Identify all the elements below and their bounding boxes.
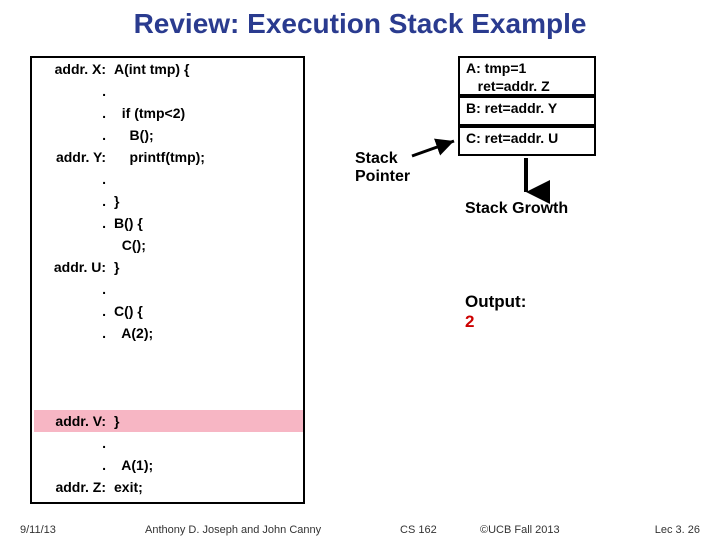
- code-line: }: [114, 410, 205, 432]
- code-line: A(2);: [114, 322, 205, 344]
- footer-date: 9/11/13: [20, 524, 56, 536]
- footer-copy: ©UCB Fall 2013: [480, 524, 560, 536]
- spacer: [32, 388, 110, 410]
- code-line: if (tmp<2): [114, 102, 205, 124]
- dot: .: [32, 168, 110, 190]
- spacer: [114, 80, 205, 102]
- code-line: A(1);: [114, 454, 205, 476]
- dot: .: [32, 300, 110, 322]
- spacer: [114, 344, 205, 366]
- stack-growth-label: Stack Growth: [465, 200, 568, 218]
- address-labels-column: addr. X: . . . addr. Y: . . . addr. U: .…: [32, 58, 110, 498]
- spacer: [114, 278, 205, 300]
- dot: .: [32, 124, 110, 146]
- code-line: B() {: [114, 212, 205, 234]
- code-line: A(int tmp) {: [114, 58, 205, 80]
- footer-course: CS 162: [400, 524, 437, 536]
- footer-author: Anthony D. Joseph and John Canny: [145, 524, 321, 536]
- code-line: }: [114, 190, 205, 212]
- dot: .: [32, 190, 110, 212]
- dot: .: [32, 322, 110, 344]
- code-line: B();: [114, 124, 205, 146]
- label-addr-u: addr. U:: [32, 256, 110, 278]
- label-addr-z: addr. Z:: [32, 476, 110, 498]
- dot: .: [32, 454, 110, 476]
- arrow-stack-growth: [516, 156, 536, 200]
- stack-pointer-label: Stack Pointer: [355, 150, 410, 186]
- stack-frame-c: C: ret=addr. U: [458, 126, 596, 156]
- stack-frame-a: A: tmp=1 ret=addr. Z: [458, 56, 596, 96]
- code-line: C();: [114, 234, 205, 256]
- spacer: [114, 432, 205, 454]
- label-addr-y: addr. Y:: [32, 146, 110, 168]
- spacer: [114, 168, 205, 190]
- spacer: [114, 388, 205, 410]
- dot: .: [32, 212, 110, 234]
- label-addr-v: addr. V:: [32, 410, 110, 432]
- dot: .: [32, 102, 110, 124]
- arrow-stack-pointer: [410, 138, 460, 168]
- page-title: Review: Execution Stack Example: [0, 0, 720, 46]
- code-line: C() {: [114, 300, 205, 322]
- spacer: [32, 234, 110, 256]
- footer-lec: Lec 3. 26: [655, 524, 700, 536]
- spacer: [32, 344, 110, 366]
- stack-frame-b: B: ret=addr. Y: [458, 96, 596, 126]
- output-value: 2: [465, 312, 474, 332]
- label-addr-x: addr. X:: [32, 58, 110, 80]
- code-box: addr. X: . . . addr. Y: . . . addr. U: .…: [30, 56, 305, 504]
- spacer: [32, 366, 110, 388]
- code-line: printf(tmp);: [114, 146, 205, 168]
- spacer: [114, 366, 205, 388]
- output-label: Output:: [465, 292, 526, 312]
- code-column: A(int tmp) { if (tmp<2) B(); printf(tmp)…: [114, 58, 205, 498]
- dot: .: [32, 278, 110, 300]
- code-line: exit;: [114, 476, 205, 498]
- code-line: }: [114, 256, 205, 278]
- dot: .: [32, 80, 110, 102]
- dot: .: [32, 432, 110, 454]
- content-area: addr. X: . . . addr. Y: . . . addr. U: .…: [0, 50, 720, 514]
